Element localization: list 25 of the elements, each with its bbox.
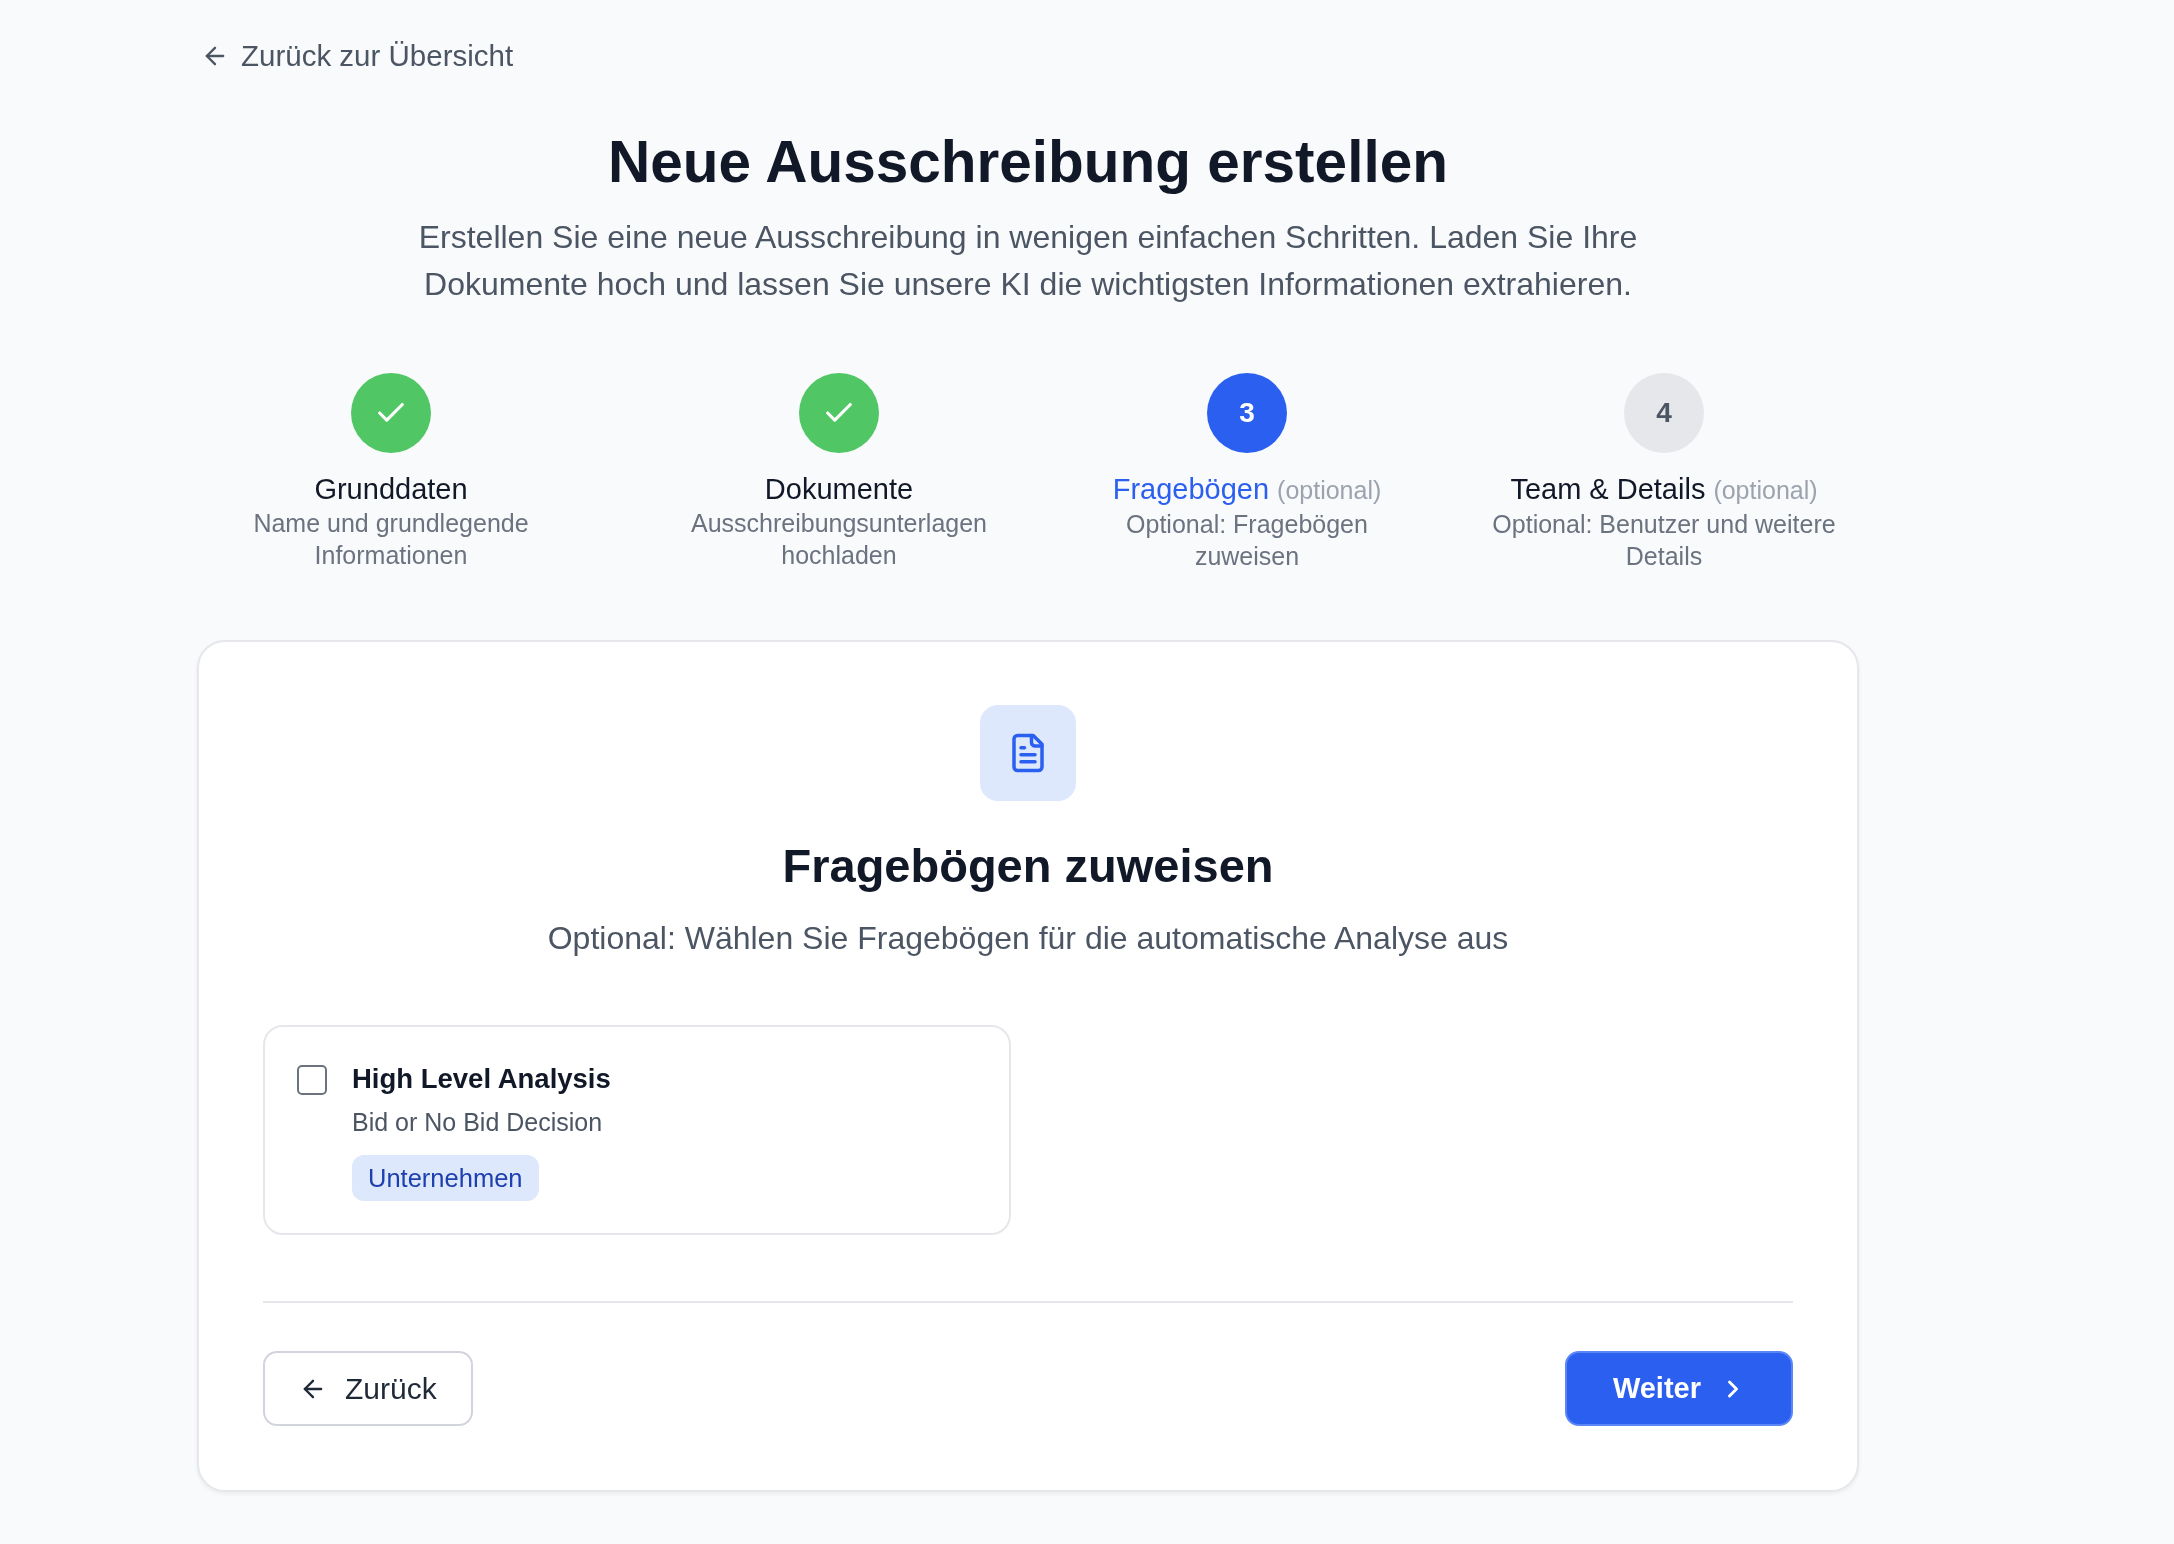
optional-label: (optional): [1277, 475, 1382, 506]
step-title: Grunddaten: [314, 472, 468, 507]
category-tag: Unternehmen: [352, 1155, 539, 1201]
section-title: Fragebögen zuweisen: [781, 840, 1275, 892]
questionnaire-description: Bid or No Bid Decision: [352, 1107, 603, 1138]
questionnaire-title: High Level Analysis: [352, 1062, 611, 1096]
step-number: 4: [1624, 373, 1704, 453]
optional-label: (optional): [1713, 475, 1818, 506]
back-button[interactable]: Zurück: [263, 1351, 473, 1426]
page-title: Neue Ausschreibung erstellen: [607, 128, 1449, 196]
step-title: Team & Details: [1510, 472, 1706, 507]
step-description: Name und grundlegende Informationen: [253, 508, 529, 571]
questionnaire-card[interactable]: High Level Analysis Bid or No Bid Decision Unternehmen: [263, 1025, 1011, 1235]
step-title: Fragebögen: [1112, 472, 1270, 507]
next-button[interactable]: Weiter: [1564, 1351, 1793, 1426]
checkbox[interactable]: [297, 1065, 327, 1095]
page-subtitle: Erstellen Sie eine neue Ausschreibung in wenigen einfachen Schritten. Laden Sie Ihre Dokumente hoch und lassen Sie unsere KI die wichtigsten Informationen extrahieren.: [417, 218, 1639, 304]
step-number: 3: [1207, 373, 1287, 453]
section-subtitle: Optional: Wählen Sie Fragebögen für die automatische Analyse aus: [546, 919, 1510, 958]
step-description: Optional: Fragebögen zuweisen: [1126, 509, 1368, 572]
step-description: Ausschreibungsunterlagen hochladen: [690, 508, 987, 571]
step-description: Optional: Benutzer und weitere Details: [1492, 509, 1836, 572]
document-icon: [980, 705, 1076, 801]
step-title: Dokumente: [764, 472, 914, 507]
back-link[interactable]: Zurück zur Übersicht: [201, 36, 514, 76]
